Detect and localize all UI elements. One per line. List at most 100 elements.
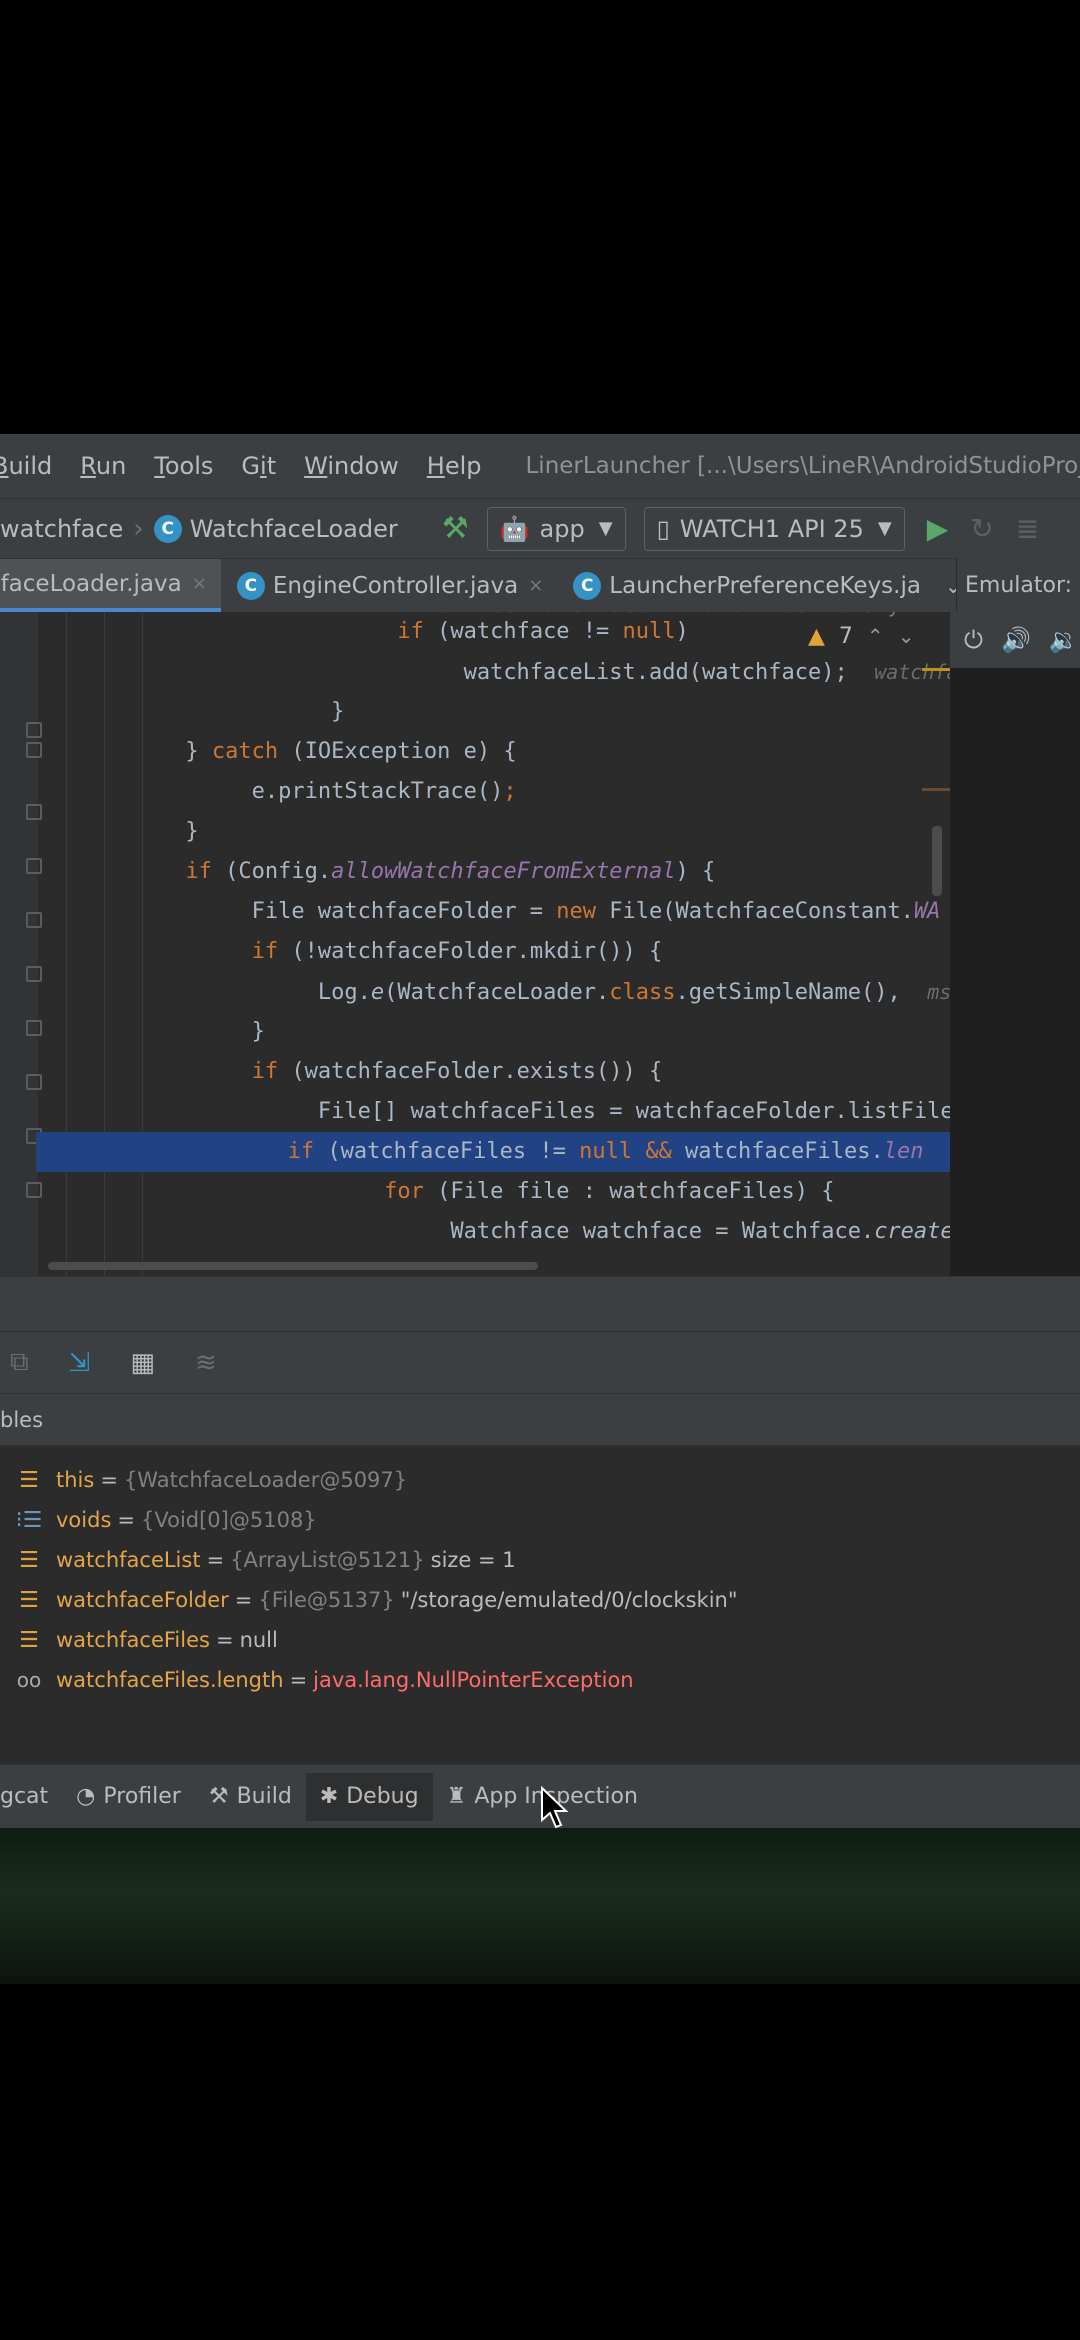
variable-type: {File@5137} [258, 1588, 395, 1612]
menu-window[interactable]: Window [290, 452, 413, 480]
restore-layout-icon[interactable]: ⧉ [10, 1347, 29, 1378]
warning-count: 7 [838, 623, 853, 649]
inline-debug-hint: watchface [874, 660, 950, 684]
close-icon[interactable]: × [528, 575, 543, 596]
variables-header: bles [0, 1394, 1080, 1446]
tab-label: EngineController.java [272, 572, 519, 599]
class-icon: C [236, 571, 265, 600]
tab-build[interactable]: ⚒ Build [195, 1773, 306, 1821]
status-bar [0, 1828, 1080, 1984]
caret-down-icon: ▼ [598, 518, 613, 539]
array-icon: ⁝☰ [15, 1507, 43, 1533]
tab-label: gcat [0, 1784, 49, 1809]
device-icon: ▯ [656, 514, 670, 543]
code-editor[interactable]: Watchface watchface = WatchfaceFactory. … [0, 612, 950, 1276]
emulator-panel-header: Emulator: [956, 558, 1080, 612]
tab-debug[interactable]: ✱ Debug [305, 1772, 433, 1821]
code-line: for (File file : watchfaceFiles) { [384, 1179, 835, 1204]
variables-tree[interactable]: ☰ this = {WatchfaceLoader@5097} ⁝☰ voids… [0, 1446, 1080, 1764]
menu-run[interactable]: Run [66, 452, 140, 480]
code-line: File watchfaceFolder = new File(Watchfac… [0, 899, 941, 924]
tab-label: Build [236, 1784, 292, 1809]
emulator-toolbar: ⏻ 🔊 🔉 [950, 612, 1080, 668]
equals-sign: = [117, 1508, 135, 1532]
chevron-up-icon[interactable]: ⌃ [867, 624, 884, 648]
tab-enginecontroller[interactable]: C EngineController.java × [221, 559, 557, 612]
code-line: if (Config.allowWatchfaceFromExternal) { [185, 859, 716, 884]
tab-watchfaceloader[interactable]: hfaceLoader.java × [0, 559, 221, 612]
run-config-selector[interactable]: 🤖 app ▼ [486, 506, 626, 551]
breadcrumb-package[interactable]: watchface [0, 515, 123, 543]
watch-glasses-icon: oo [16, 1668, 42, 1692]
menu-build[interactable]: Build [0, 452, 66, 480]
field-icon: ☰ [19, 1627, 39, 1653]
caret-down-icon: ▼ [877, 518, 892, 539]
tab-logcat[interactable]: gcat [0, 1773, 62, 1821]
window-title: LinerLauncher [...\Users\LineR\AndroidSt… [525, 453, 1080, 479]
hammer-build-icon[interactable]: ⚒ [442, 511, 469, 546]
android-icon: 🤖 [499, 514, 530, 543]
horizontal-scrollbar[interactable] [48, 1262, 538, 1270]
tab-profiler[interactable]: ◔ Profiler [62, 1773, 195, 1821]
menu-git[interactable]: Git [227, 452, 290, 480]
tab-label: LauncherPreferenceKeys.ja [609, 572, 921, 599]
breadcrumb-class[interactable]: WatchfaceLoader [190, 515, 398, 543]
device-label: WATCH1 API 25 [679, 514, 864, 543]
inspection-icon: ♜ [446, 1784, 467, 1809]
equals-sign: = [289, 1668, 308, 1692]
close-icon[interactable]: × [192, 573, 207, 594]
code-line: if (!watchfaceFolder.mkdir()) { [251, 939, 663, 964]
code-line: Log.e(WatchfaceLoader.class.getSimpleNam… [0, 980, 950, 1005]
trace-icon[interactable]: ≋ [195, 1348, 217, 1378]
chevron-right-icon: › [133, 513, 144, 544]
field-icon: ☰ [19, 1467, 39, 1493]
watch-row[interactable]: oo watchfaceFiles.length = java.lang.Nul… [16, 1660, 634, 1700]
chevron-down-icon[interactable]: ⌄ [935, 559, 956, 612]
step-into-icon[interactable]: ⇲ [69, 1348, 91, 1378]
parameter-hint: ms [927, 980, 950, 1004]
android-studio-window: Build Run Tools Git Window Help LinerLau… [0, 434, 1080, 1984]
equals-sign: = [100, 1468, 118, 1492]
apply-code-changes-icon[interactable]: ≣ [1016, 512, 1039, 545]
debugger-toolbar: ⧉ ⇲ ▦ ≋ [0, 1332, 1080, 1394]
field-icon: ☰ [19, 1587, 39, 1613]
variable-value: "/storage/emulated/0/clockskin" [400, 1588, 738, 1612]
code-line: Watchface watchface = Watchface.create(f [0, 1219, 950, 1244]
tool-window-divider[interactable] [0, 1276, 1080, 1332]
vertical-scrollbar[interactable] [932, 826, 942, 896]
run-icon[interactable]: ▶ [927, 512, 949, 545]
error-stripe-mark[interactable] [922, 788, 950, 791]
volume-down-icon[interactable]: 🔉 [1049, 626, 1079, 654]
bug-icon: ✱ [319, 1784, 339, 1809]
menu-tools[interactable]: Tools [140, 452, 227, 480]
warning-icon: ▲ [808, 623, 825, 649]
code-line: } [0, 699, 345, 724]
code-line: } catch (IOException e) { [0, 739, 517, 764]
evaluate-expression-icon[interactable]: ▦ [130, 1348, 155, 1378]
navigation-bar: watchface › C WatchfaceLoader ⚒ 🤖 app ▼ … [0, 498, 1080, 558]
tab-label: hfaceLoader.java [0, 570, 182, 597]
error-stripe-mark[interactable] [922, 668, 950, 671]
variable-row[interactable]: ⁝☰ voids = {Void[0]@5108} [16, 1500, 317, 1540]
volume-up-icon[interactable]: 🔊 [1001, 626, 1031, 654]
emulator-panel: ⏻ 🔊 🔉 [950, 612, 1080, 1276]
chevron-down-icon[interactable]: ⌄ [898, 624, 915, 648]
variables-title: bles [0, 1407, 44, 1432]
variable-type: {Void[0]@5108} [141, 1508, 317, 1532]
tab-launcherpreferencekeys[interactable]: C LauncherPreferenceKeys.ja [557, 559, 935, 612]
variable-row[interactable]: ☰ this = {WatchfaceLoader@5097} [16, 1460, 407, 1500]
inspection-widget[interactable]: ▲ 7 ⌃ ⌄ [808, 618, 914, 654]
variable-type: {WatchfaceLoader@5097} [123, 1468, 408, 1492]
hammer-icon: ⚒ [208, 1784, 229, 1809]
device-selector[interactable]: ▯ WATCH1 API 25 ▼ [643, 506, 905, 551]
variable-row[interactable]: ☰ watchfaceFiles = null [16, 1620, 278, 1660]
variable-row[interactable]: ☰ watchfaceFolder = {File@5137} "/storag… [16, 1580, 738, 1620]
power-icon[interactable]: ⏻ [964, 626, 983, 654]
apply-changes-icon[interactable]: ↻ [970, 512, 993, 545]
menu-help[interactable]: Help [413, 452, 496, 480]
editor-tab-bar: hfaceLoader.java × C EngineController.ja… [0, 558, 956, 612]
equals-sign: = [215, 1628, 234, 1652]
tab-label: Debug [346, 1784, 419, 1809]
variable-row[interactable]: ☰ watchfaceList = {ArrayList@5121} size … [16, 1540, 516, 1580]
run-config-label: app [539, 514, 585, 543]
